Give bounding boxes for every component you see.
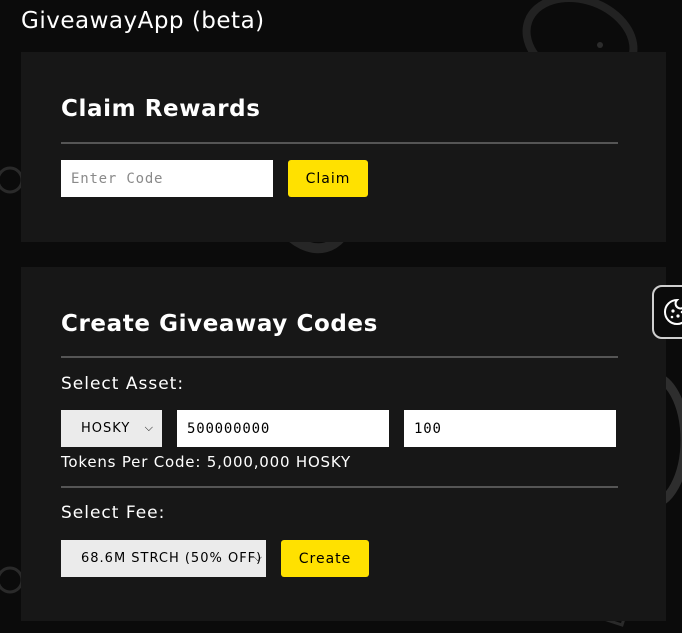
code-input[interactable] [61, 160, 273, 197]
create-giveaway-title: Create Giveaway Codes [61, 311, 378, 337]
asset-select[interactable]: HOSKY ⌵ [61, 410, 162, 447]
claim-divider [61, 142, 618, 144]
create-divider-bottom [61, 486, 618, 488]
app-title: GiveawayApp (beta) [21, 8, 265, 34]
create-divider-top [61, 356, 618, 358]
claim-button[interactable]: Claim [288, 160, 368, 197]
create-giveaway-card: Create Giveaway Codes Select Asset: HOSK… [21, 267, 666, 621]
select-asset-label: Select Asset: [61, 374, 185, 394]
codes-count-input[interactable] [404, 410, 616, 447]
create-button[interactable]: Create [281, 540, 369, 577]
select-fee-label: Select Fee: [61, 503, 166, 523]
fee-select[interactable]: 68.6M STRCH (50% OFF) ⌵ [61, 540, 266, 577]
chevron-down-icon: ⌵ [144, 421, 154, 434]
cookie-wallet-icon [664, 298, 682, 325]
wallet-button[interactable] [652, 285, 682, 339]
claim-rewards-card: Claim Rewards Claim [21, 52, 666, 242]
amount-input[interactable] [177, 410, 389, 447]
claim-rewards-title: Claim Rewards [61, 96, 261, 122]
chevron-down-icon: ⌵ [253, 551, 263, 564]
tokens-per-code-text: Tokens Per Code: 5,000,000 HOSKY [61, 453, 351, 471]
fee-select-value: 68.6M STRCH (50% OFF) [81, 551, 263, 566]
asset-select-value: HOSKY [81, 421, 131, 436]
